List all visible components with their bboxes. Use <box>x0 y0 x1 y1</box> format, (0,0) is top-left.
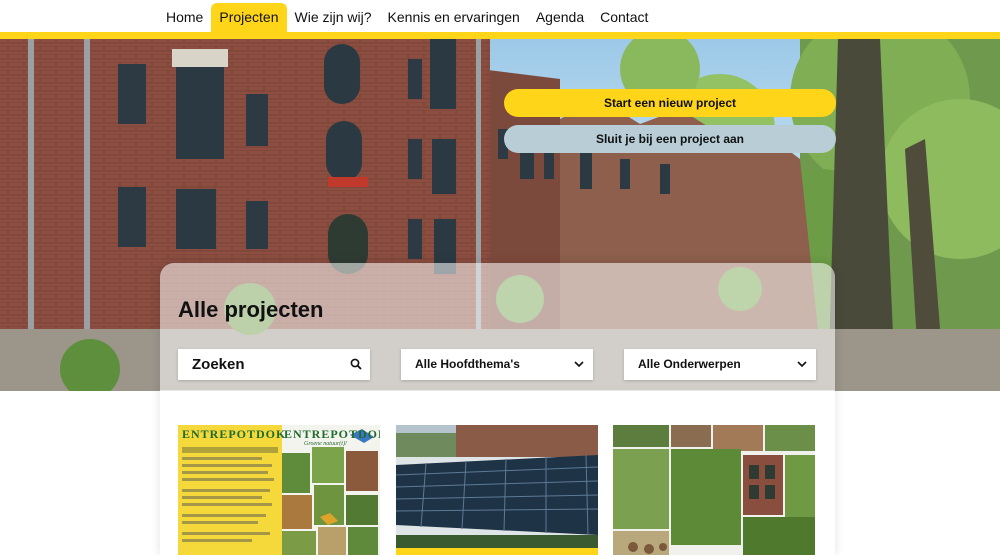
nav-item-home[interactable]: Home <box>158 3 211 32</box>
projects-panel: Alle projecten Alle Hoofdthema's Alle On… <box>160 263 835 555</box>
topics-select[interactable]: Alle Onderwerpen <box>624 349 816 380</box>
top-navigation: Home Projecten Wie zijn wij? Kennis en e… <box>0 0 1000 32</box>
nav-accent-bar <box>0 32 1000 39</box>
start-new-project-button[interactable]: Start een nieuw project <box>504 89 836 117</box>
themes-select[interactable]: Alle Hoofdthema's <box>401 349 593 380</box>
project-card[interactable] <box>613 425 815 555</box>
card-heading-repeat: ENTREPOTDOK <box>284 427 380 441</box>
search-input[interactable] <box>178 349 370 380</box>
project-card[interactable]: ENTREPOTDOK ENTREPOTDOK Groene natuur(t)… <box>178 425 380 555</box>
nav-list: Home Projecten Wie zijn wij? Kennis en e… <box>158 3 656 32</box>
chevron-down-icon <box>797 361 807 368</box>
project-card-image <box>613 425 815 555</box>
search-icon[interactable] <box>350 358 362 370</box>
nav-item-kennis-en-ervaringen[interactable]: Kennis en ervaringen <box>380 3 528 32</box>
search-box[interactable] <box>178 349 370 380</box>
page-title: Alle projecten <box>178 297 324 322</box>
join-project-button[interactable]: Sluit je bij een project aan <box>504 125 836 153</box>
project-card-image <box>396 425 598 555</box>
chevron-down-icon <box>574 361 584 368</box>
nav-item-agenda[interactable]: Agenda <box>528 3 592 32</box>
card-heading: ENTREPOTDOK <box>182 427 287 441</box>
topics-select-value: Alle Onderwerpen <box>638 357 741 371</box>
nav-item-projecten[interactable]: Projecten <box>211 3 287 32</box>
themes-select-value: Alle Hoofdthema's <box>415 357 520 371</box>
nav-item-wie-zijn-wij[interactable]: Wie zijn wij? <box>287 3 380 32</box>
project-card[interactable] <box>396 425 598 555</box>
project-card-image <box>178 425 380 555</box>
card-subheading: Groene natuur(t)! <box>304 441 347 447</box>
nav-item-contact[interactable]: Contact <box>592 3 656 32</box>
